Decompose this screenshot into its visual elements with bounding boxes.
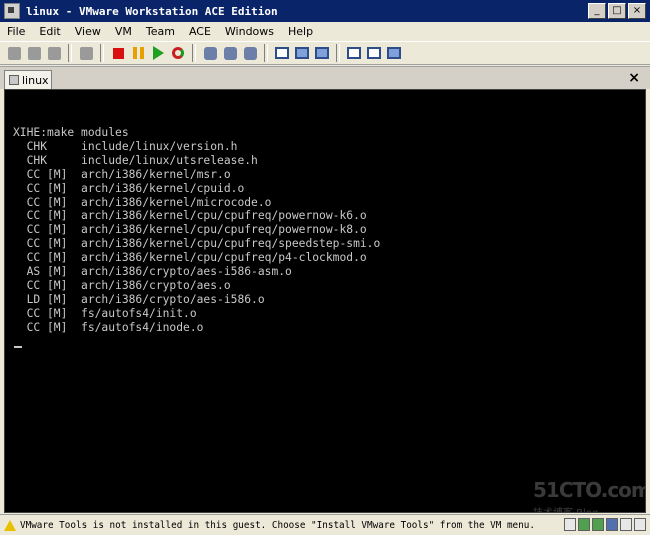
menu-file[interactable]: File <box>0 25 32 38</box>
menu-edit[interactable]: Edit <box>32 25 67 38</box>
menu-team[interactable]: Team <box>139 25 182 38</box>
device-icons <box>564 518 646 531</box>
snapshot-manager-icon[interactable] <box>241 44 259 62</box>
tab-bar: linux × <box>0 66 650 89</box>
menu-ace[interactable]: ACE <box>182 25 218 38</box>
toolbar-separator <box>68 44 72 62</box>
full-screen-icon[interactable] <box>313 44 331 62</box>
appliance-view-icon[interactable] <box>385 44 403 62</box>
team-settings-icon[interactable] <box>45 44 63 62</box>
console-line: CC [M] arch/i386/kernel/cpu/cpufreq/spee… <box>13 237 381 251</box>
console-line: AS [M] arch/i386/crypto/aes-i586-asm.o <box>13 265 292 279</box>
terminal-output: XIHE:make modules CHK include/linux/vers… <box>13 126 380 335</box>
console-view-icon[interactable] <box>365 44 383 62</box>
tab-linux[interactable]: linux <box>4 70 52 89</box>
console-line: CC [M] arch/i386/kernel/microcode.o <box>13 195 272 209</box>
console-line: CC [M] fs/autofs4/inode.o <box>13 320 204 334</box>
cdrom-icon[interactable] <box>592 518 604 531</box>
menu-bar: File Edit View VM Team ACE Windows Help <box>0 22 650 41</box>
team-power-off-icon[interactable] <box>25 44 43 62</box>
window-controls: _ □ × <box>588 3 646 19</box>
console-line: CC [M] arch/i386/kernel/cpu/cpufreq/powe… <box>13 209 367 223</box>
toolbar <box>0 41 650 65</box>
minimize-button[interactable]: _ <box>588 3 606 19</box>
console-line: CC [M] arch/i386/kernel/cpu/cpufreq/p4-c… <box>13 251 367 265</box>
snapshot-icon[interactable] <box>201 44 219 62</box>
reset-icon[interactable] <box>169 44 187 62</box>
watermark-sub: 技术博客 Blog <box>533 504 645 512</box>
status-bar: VMware Tools is not installed in this gu… <box>0 514 650 535</box>
vm-icon <box>9 75 19 85</box>
status-message: VMware Tools is not installed in this gu… <box>20 519 535 531</box>
quick-switch-icon[interactable] <box>293 44 311 62</box>
vmware-app-icon <box>4 3 20 19</box>
console-line: CHK include/linux/version.h <box>13 139 238 153</box>
menu-windows[interactable]: Windows <box>218 25 281 38</box>
network-icon[interactable] <box>578 518 590 531</box>
toolbar-separator <box>192 44 196 62</box>
usb-icon[interactable] <box>606 518 618 531</box>
menu-vm[interactable]: VM <box>108 25 139 38</box>
toolbar-separator <box>336 44 340 62</box>
team-power-on-icon[interactable] <box>5 44 23 62</box>
power-off-icon[interactable] <box>109 44 127 62</box>
window-title: linux - VMware Workstation ACE Edition <box>26 4 278 18</box>
warning-icon <box>4 519 16 531</box>
watermark: 51CTO.com 技术博客 Blog <box>533 478 646 512</box>
maximize-button[interactable]: □ <box>608 3 626 19</box>
vm-console[interactable]: XIHE:make modules CHK include/linux/vers… <box>4 89 646 513</box>
console-line: CC [M] arch/i386/kernel/cpu/cpufreq/powe… <box>13 223 367 237</box>
message-log-icon[interactable] <box>634 518 646 531</box>
menu-view[interactable]: View <box>68 25 108 38</box>
close-tab-icon[interactable]: × <box>628 70 640 86</box>
console-line: XIHE:make modules <box>13 126 129 139</box>
toolbar-separator <box>264 44 268 62</box>
summary-view-icon[interactable] <box>345 44 363 62</box>
console-line: CC [M] arch/i386/kernel/cpuid.o <box>13 181 245 195</box>
suspend-icon[interactable] <box>129 44 147 62</box>
revert-snapshot-icon[interactable] <box>221 44 239 62</box>
hard-disk-icon[interactable] <box>564 518 576 531</box>
text-cursor <box>14 346 22 348</box>
show-sidebar-icon[interactable] <box>273 44 291 62</box>
close-button[interactable]: × <box>628 3 646 19</box>
title-bar[interactable]: linux - VMware Workstation ACE Edition _… <box>0 0 650 22</box>
console-line: LD [M] arch/i386/crypto/aes-i586.o <box>13 292 265 306</box>
menu-help[interactable]: Help <box>281 25 320 38</box>
console-line: CC [M] arch/i386/crypto/aes.o <box>13 278 231 292</box>
toolbar-separator <box>100 44 104 62</box>
capture-icon[interactable] <box>77 44 95 62</box>
tab-label: linux <box>22 73 49 87</box>
console-line: CC [M] fs/autofs4/init.o <box>13 306 197 320</box>
console-line: CC [M] arch/i386/kernel/msr.o <box>13 167 231 181</box>
power-on-icon[interactable] <box>149 44 167 62</box>
console-line: CHK include/linux/utsrelease.h <box>13 153 258 167</box>
sound-icon[interactable] <box>620 518 632 531</box>
watermark-main: 51CTO.com <box>533 478 646 502</box>
